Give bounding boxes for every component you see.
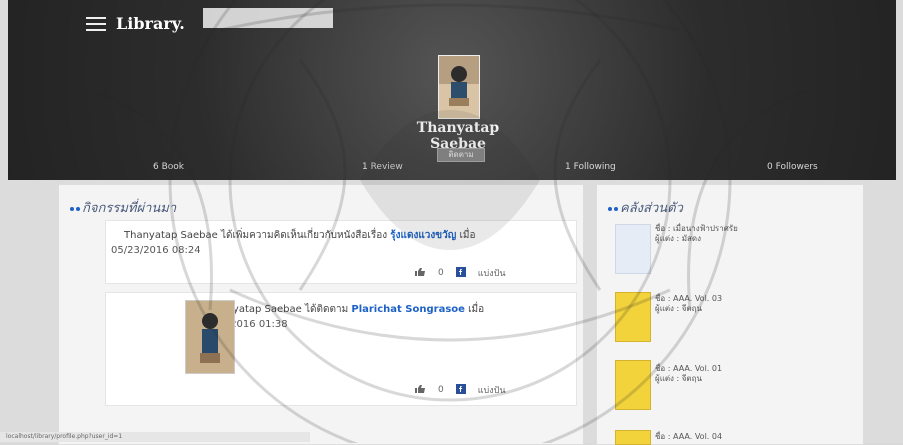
status-bar: localhost/library/profile.php?user_id=1 [0, 432, 310, 442]
activity-text-2: Thanyatap Saebae ได้ติดตาม Plarichat Son… [208, 304, 485, 315]
brand[interactable]: Library. [86, 14, 185, 33]
share-label[interactable]: แบ่งปัน [478, 383, 506, 397]
follow-button[interactable]: ติดตาม [437, 148, 485, 162]
activity-photo [185, 300, 235, 374]
shelf-book-text-4: ชื่อ : AAA. Vol. 04 [655, 432, 723, 441]
profile-avatar [438, 55, 480, 119]
activity-date-1: 05/23/2016 08:24 [111, 245, 201, 256]
stat-followers[interactable]: 0 Followers [767, 162, 818, 172]
stat-books[interactable]: 6 Book [153, 162, 184, 172]
activity-actions-2: 0 แบ่งปัน [414, 383, 506, 397]
like-count: 0 [438, 268, 444, 278]
like-icon[interactable] [414, 384, 426, 397]
shelf-book-text-3: ชื่อ : AAA. Vol. 01 ผู้แต่ง : จีตฤน [655, 364, 723, 383]
shelf-book-cover-3[interactable] [615, 360, 651, 410]
profile-header: Library. Thanyatap Saebae ติดตาม 6 Book … [8, 0, 896, 180]
like-count: 0 [438, 385, 444, 395]
like-icon[interactable] [414, 267, 426, 280]
search-box[interactable] [203, 8, 333, 28]
activity-text-1: Thanyatap Saebae ได้เพิ่มความคิดเห็นเกี่… [124, 230, 476, 241]
stat-following[interactable]: 1 Following [565, 162, 616, 172]
shelf-title: คลังส่วนตัว [608, 197, 683, 218]
shelf-book-cover-2[interactable] [615, 292, 651, 342]
menu-icon[interactable] [86, 16, 106, 31]
facebook-icon[interactable] [455, 266, 466, 280]
activity-card-1: Thanyatap Saebae ได้เพิ่มความคิดเห็นเกี่… [105, 220, 577, 284]
profile-stats: 6 Book 1 Review 1 Following 0 Followers [8, 162, 896, 178]
shelf-book-cover-1[interactable] [615, 224, 651, 274]
share-label[interactable]: แบ่งปัน [478, 266, 506, 280]
activity-actions-1: 0 แบ่งปัน [414, 266, 506, 280]
facebook-icon[interactable] [455, 383, 466, 397]
activity-title: กิจกรรมที่ผ่านมา [70, 197, 176, 218]
brand-label: Library. [116, 14, 185, 33]
page: Library. Thanyatap Saebae ติดตาม 6 Book … [0, 0, 903, 445]
shelf-book-text-2: ชื่อ : AAA. Vol. 03 ผู้แต่ง : จีตฤน [655, 294, 723, 313]
avatar-image [439, 56, 479, 118]
stat-reviews[interactable]: 1 Review [362, 162, 403, 172]
activity-card-2: Thanyatap Saebae ได้ติดตาม Plarichat Son… [105, 292, 577, 406]
shelf-book-text-1: ชื่อ : เมื่อนางฟ้าปราศรัย ผู้แต่ง : มัสด… [655, 224, 738, 243]
